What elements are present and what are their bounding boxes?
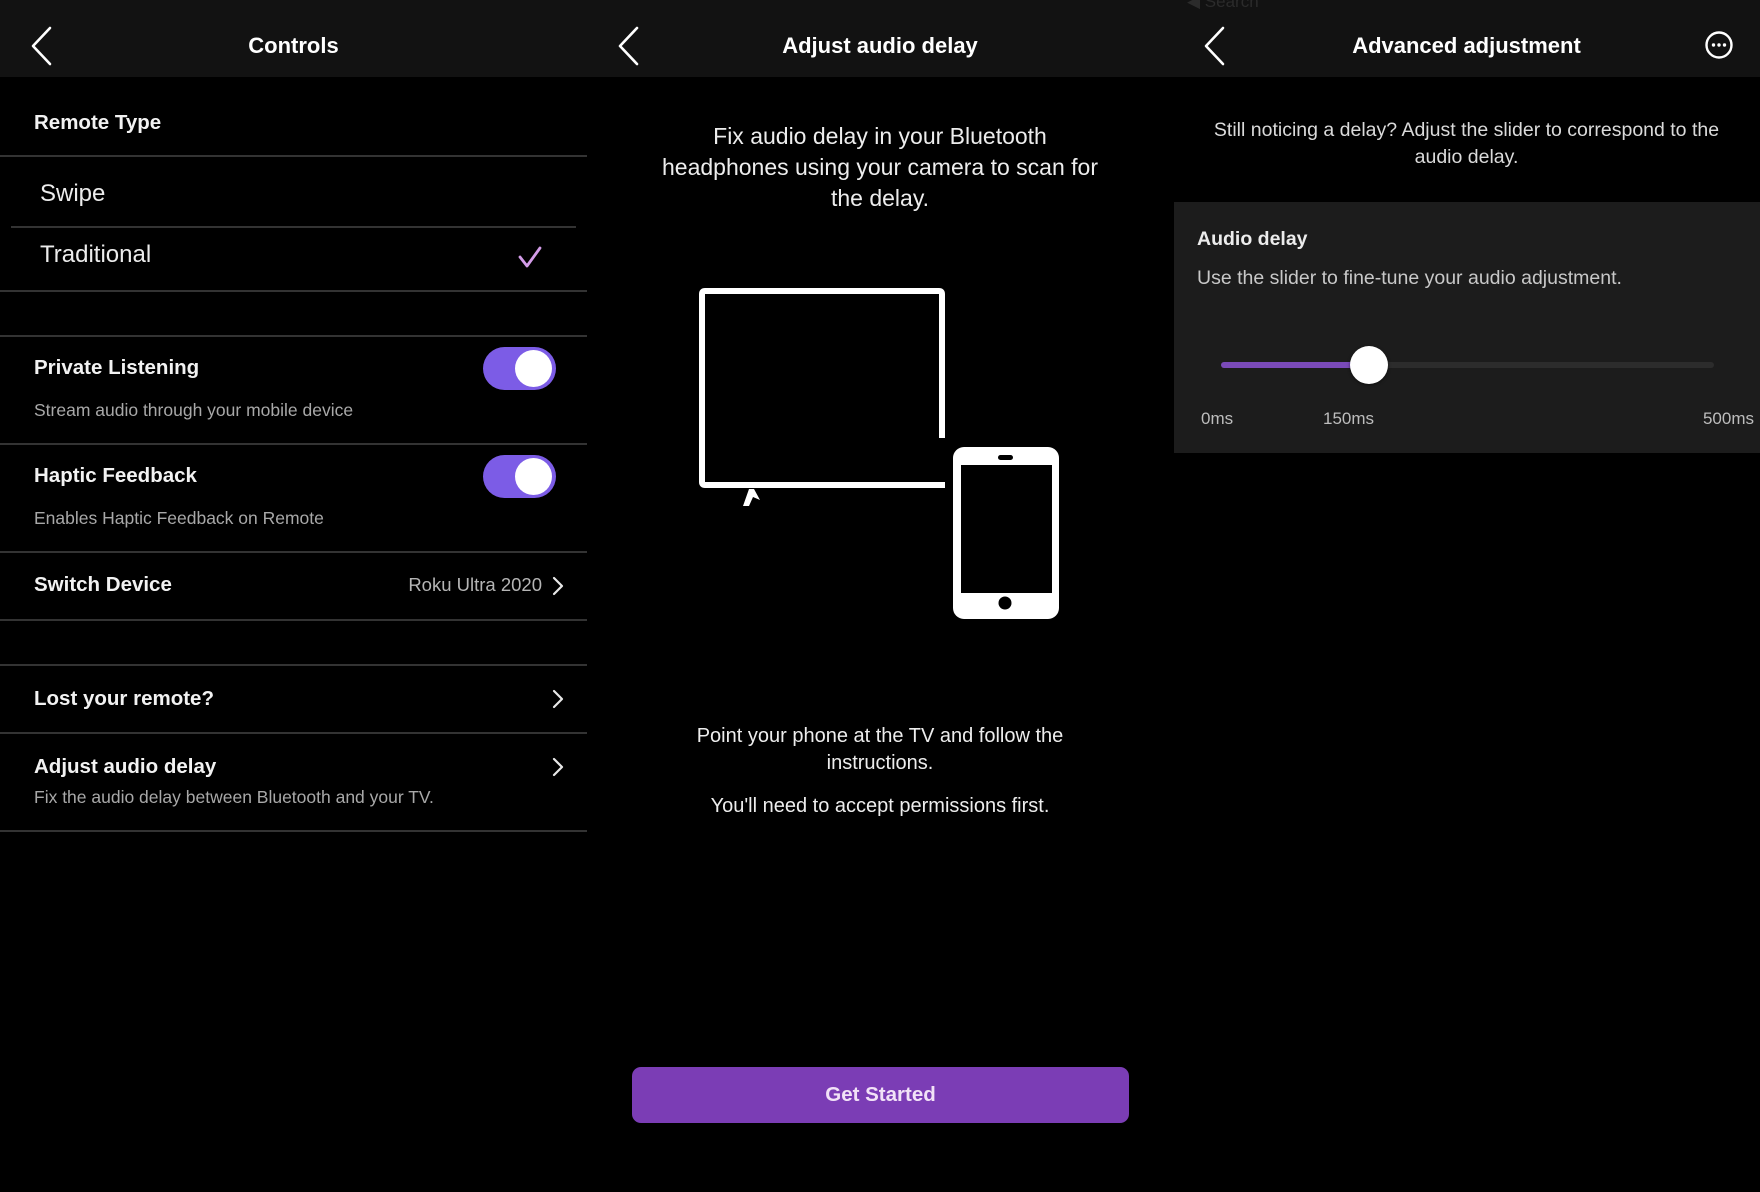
page-title: Controls — [248, 33, 339, 58]
chevron-right-icon — [551, 756, 565, 778]
remote-option-traditional[interactable]: Traditional — [0, 228, 587, 290]
checkmark-icon — [517, 245, 543, 274]
setting-title-haptic-feedback: Haptic Feedback — [34, 464, 197, 487]
more-options-button[interactable] — [1704, 30, 1734, 60]
divider — [0, 335, 587, 337]
divider — [0, 830, 587, 832]
toggle-knob — [515, 458, 552, 495]
header: Controls — [0, 0, 587, 77]
slider-thumb[interactable] — [1349, 346, 1388, 384]
adjust-audio-delay-subtitle: Fix the audio delay between Bluetooth an… — [34, 787, 434, 807]
option-label: Traditional — [40, 241, 152, 268]
setting-title-private-listening: Private Listening — [34, 356, 200, 379]
divider — [0, 443, 587, 445]
current-device-value: Roku Ultra 2020 — [408, 574, 542, 595]
audio-delay-slider[interactable] — [1221, 345, 1714, 385]
status-bar-back-link[interactable]: ◀ Search — [1187, 0, 1259, 12]
lost-remote-row[interactable]: Lost your remote? — [0, 666, 587, 732]
adjust-audio-delay-screen: Adjust audio delay Fix audio delay in yo… — [587, 0, 1173, 1192]
remote-option-swipe[interactable]: Swipe — [0, 157, 587, 226]
divider — [0, 619, 587, 621]
controls-screen: Controls Remote Type Swipe Traditional P… — [0, 0, 587, 1192]
setting-subtitle: Enables Haptic Feedback on Remote — [34, 508, 324, 528]
page-title: Advanced adjustment — [1352, 33, 1581, 58]
instruction-text: Point your phone at the TV and follow th… — [696, 725, 1064, 774]
lost-remote-label: Lost your remote? — [34, 687, 214, 710]
slider-fill — [1221, 362, 1369, 368]
phone-icon — [953, 447, 1059, 619]
header: ◀ Search Advanced adjustment — [1173, 0, 1760, 77]
permissions-note: You'll need to accept permissions first. — [710, 795, 1050, 817]
setting-subtitle: Stream audio through your mobile device — [34, 400, 354, 420]
option-label: Swipe — [40, 180, 106, 207]
slider-max-label: 500ms — [1702, 409, 1754, 428]
audio-delay-card: Audio delay Use the slider to fine-tune … — [1174, 202, 1760, 453]
chevron-right-icon — [551, 575, 565, 597]
tv-phone-illustration — [699, 288, 1059, 619]
ellipsis-circle-icon — [1704, 31, 1734, 64]
switch-device-label: Switch Device — [34, 573, 172, 596]
haptic-feedback-toggle[interactable] — [483, 455, 556, 498]
private-listening-toggle[interactable] — [483, 347, 556, 390]
slider-current-label: 150ms — [1323, 409, 1375, 428]
switch-device-row[interactable]: Switch Device Roku Ultra 2020 — [0, 553, 587, 619]
advanced-adjustment-screen: ◀ Search Advanced adjustment Still notic… — [1173, 0, 1760, 1192]
get-started-button[interactable]: Get Started — [632, 1067, 1129, 1123]
adjust-audio-delay-label: Adjust audio delay — [34, 755, 217, 778]
slider-min-label: 0ms — [1201, 409, 1234, 428]
intro-text: Still noticing a delay? Adjust the slide… — [1213, 119, 1720, 168]
tv-icon — [699, 288, 945, 506]
divider — [0, 290, 587, 292]
adjust-audio-delay-row[interactable]: Adjust audio delay Fix the audio delay b… — [0, 734, 587, 830]
chevron-right-icon — [551, 688, 565, 710]
section-title-remote-type: Remote Type — [34, 111, 162, 134]
toggle-knob — [515, 350, 552, 387]
card-title: Audio delay — [1197, 228, 1308, 250]
card-subtitle: Use the slider to fine-tune your audio a… — [1197, 267, 1622, 289]
